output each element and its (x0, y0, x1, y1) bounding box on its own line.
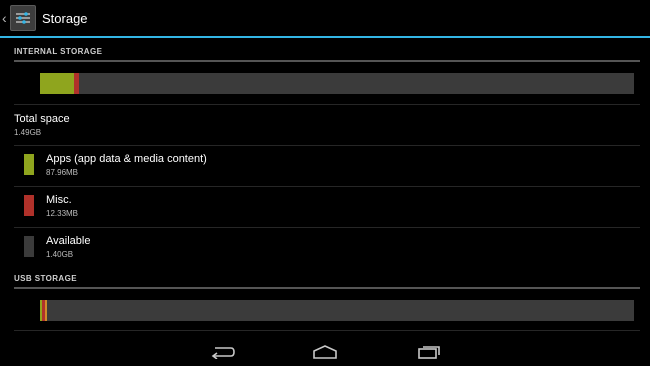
internal-storage-bar (40, 73, 634, 94)
usb-storage-header: USB STORAGE (14, 274, 77, 283)
home-button[interactable] (310, 342, 340, 362)
recent-apps-icon (418, 346, 440, 359)
storage-item-misc[interactable]: Misc. 12.33MB (0, 186, 650, 227)
action-bar: ‹ Storage (0, 0, 650, 38)
internal-storage-divider (14, 60, 640, 62)
bar-segment-available (79, 73, 634, 94)
page-title[interactable]: Storage (42, 11, 88, 26)
storage-item-apps[interactable]: Apps (app data & media content) 87.96MB (0, 145, 650, 186)
apps-label: Apps (app data & media content) (46, 153, 207, 165)
usb-storage-bar (40, 300, 634, 321)
bar-segment-apps (40, 73, 75, 94)
back-button[interactable] (207, 342, 237, 362)
misc-color-swatch (24, 195, 34, 216)
total-space-label: Total space (14, 113, 70, 125)
divider (14, 330, 640, 331)
usb-storage-divider (14, 287, 640, 289)
recent-apps-button[interactable] (414, 342, 444, 362)
divider (14, 104, 640, 105)
back-icon (211, 347, 235, 359)
storage-item-available[interactable]: Available 1.40GB (0, 227, 650, 268)
up-caret-icon[interactable]: ‹ (2, 11, 10, 25)
total-space-value: 1.49GB (14, 128, 42, 137)
available-label: Available (46, 235, 91, 247)
navigation-bar (0, 338, 650, 366)
misc-label: Misc. (46, 194, 72, 206)
available-value: 1.40GB (46, 250, 74, 259)
misc-value: 12.33MB (46, 209, 79, 218)
available-color-swatch (24, 236, 34, 257)
bar-segment-available (47, 300, 634, 321)
apps-color-swatch (24, 154, 34, 175)
storage-settings-icon[interactable] (10, 5, 36, 31)
apps-value: 87.96MB (46, 168, 79, 177)
internal-storage-header: INTERNAL STORAGE (14, 47, 103, 56)
home-icon (313, 345, 337, 359)
